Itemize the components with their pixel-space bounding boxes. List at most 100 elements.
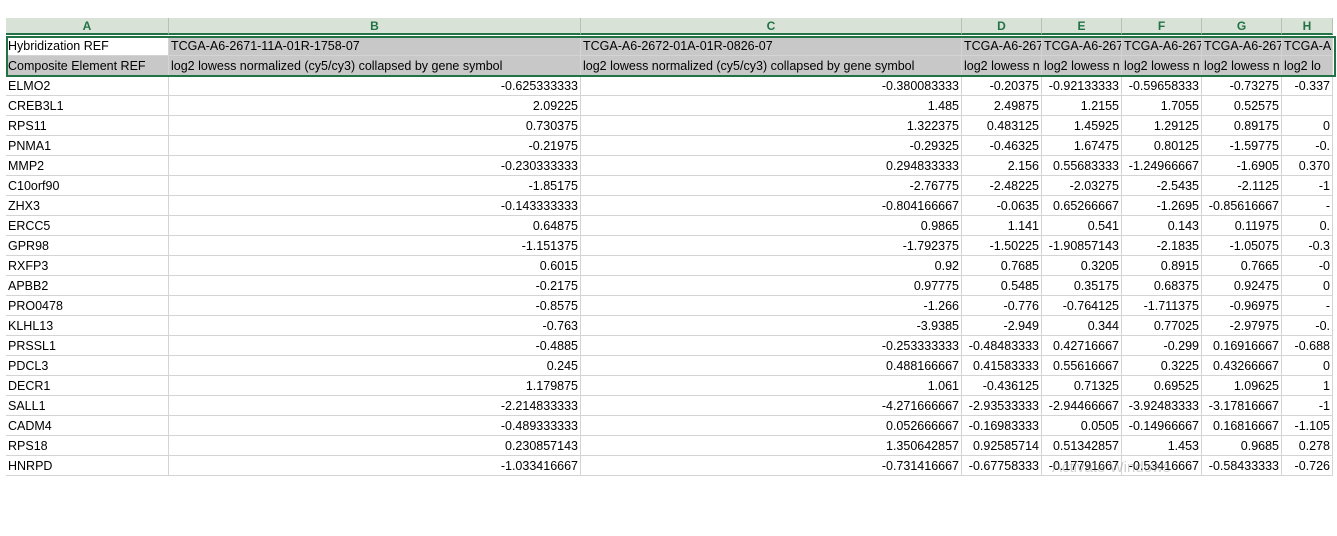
cell-h5[interactable]: 0 <box>1282 116 1333 136</box>
cell-c7[interactable]: 0.294833333 <box>581 156 962 176</box>
cell-c21[interactable]: 1.350642857 <box>581 436 962 456</box>
cell-g13[interactable]: 0.92475 <box>1202 276 1282 296</box>
column-header-a[interactable]: A <box>6 18 169 35</box>
cell-b2[interactable]: log2 lowess normalized (cy5/cy3) collaps… <box>169 56 581 76</box>
cell-h22[interactable]: -0.726 <box>1282 456 1333 476</box>
cell-h2[interactable]: log2 lo <box>1282 56 1333 76</box>
column-header-c[interactable]: C <box>581 18 962 35</box>
cell-b12[interactable]: 0.6015 <box>169 256 581 276</box>
cell-h17[interactable]: 0 <box>1282 356 1333 376</box>
cell-e11[interactable]: -1.90857143 <box>1042 236 1122 256</box>
cell-d6[interactable]: -0.46325 <box>962 136 1042 156</box>
cell-h14[interactable]: - <box>1282 296 1333 316</box>
cell-g21[interactable]: 0.9685 <box>1202 436 1282 456</box>
cell-b5[interactable]: 0.730375 <box>169 116 581 136</box>
cell-b15[interactable]: -0.763 <box>169 316 581 336</box>
cell-f1[interactable]: TCGA-A6-267 <box>1122 36 1202 56</box>
cell-b14[interactable]: -0.8575 <box>169 296 581 316</box>
cell-a21[interactable]: RPS18 <box>6 436 169 456</box>
cell-a4[interactable]: CREB3L1 <box>6 96 169 116</box>
cell-c15[interactable]: -3.9385 <box>581 316 962 336</box>
cell-h16[interactable]: -0.688 <box>1282 336 1333 356</box>
cell-f3[interactable]: -0.59658333 <box>1122 76 1202 96</box>
cell-h1[interactable]: TCGA-A <box>1282 36 1333 56</box>
cell-h11[interactable]: -0.3 <box>1282 236 1333 256</box>
cell-f14[interactable]: -1.711375 <box>1122 296 1202 316</box>
cell-g3[interactable]: -0.73275 <box>1202 76 1282 96</box>
cell-f11[interactable]: -2.1835 <box>1122 236 1202 256</box>
cell-c18[interactable]: 1.061 <box>581 376 962 396</box>
cell-a8[interactable]: C10orf90 <box>6 176 169 196</box>
cell-a22[interactable]: HNRPD <box>6 456 169 476</box>
cell-c5[interactable]: 1.322375 <box>581 116 962 136</box>
cell-a14[interactable]: PRO0478 <box>6 296 169 316</box>
cell-a12[interactable]: RXFP3 <box>6 256 169 276</box>
cell-b8[interactable]: -1.85175 <box>169 176 581 196</box>
cell-e5[interactable]: 1.45925 <box>1042 116 1122 136</box>
cell-f12[interactable]: 0.8915 <box>1122 256 1202 276</box>
cell-f10[interactable]: 0.143 <box>1122 216 1202 236</box>
cell-h6[interactable]: -0. <box>1282 136 1333 156</box>
cell-g9[interactable]: -0.85616667 <box>1202 196 1282 216</box>
cell-b17[interactable]: 0.245 <box>169 356 581 376</box>
cell-d12[interactable]: 0.7685 <box>962 256 1042 276</box>
cell-g18[interactable]: 1.09625 <box>1202 376 1282 396</box>
cell-c1[interactable]: TCGA-A6-2672-01A-01R-0826-07 <box>581 36 962 56</box>
column-header-f[interactable]: F <box>1122 18 1202 35</box>
cell-c19[interactable]: -4.271666667 <box>581 396 962 416</box>
cell-d5[interactable]: 0.483125 <box>962 116 1042 136</box>
cell-a9[interactable]: ZHX3 <box>6 196 169 216</box>
cell-f4[interactable]: 1.7055 <box>1122 96 1202 116</box>
cell-g22[interactable]: -0.58433333 <box>1202 456 1282 476</box>
cell-g14[interactable]: -0.96975 <box>1202 296 1282 316</box>
cell-g20[interactable]: 0.16816667 <box>1202 416 1282 436</box>
cell-e21[interactable]: 0.51342857 <box>1042 436 1122 456</box>
cell-h3[interactable]: -0.337 <box>1282 76 1333 96</box>
cell-e20[interactable]: 0.0505 <box>1042 416 1122 436</box>
cell-f9[interactable]: -1.2695 <box>1122 196 1202 216</box>
cell-e10[interactable]: 0.541 <box>1042 216 1122 236</box>
cell-g1[interactable]: TCGA-A6-267 <box>1202 36 1282 56</box>
cell-d22[interactable]: -0.67758333 <box>962 456 1042 476</box>
cell-d9[interactable]: -0.0635 <box>962 196 1042 216</box>
cell-f18[interactable]: 0.69525 <box>1122 376 1202 396</box>
cell-e15[interactable]: 0.344 <box>1042 316 1122 336</box>
cell-h13[interactable]: 0 <box>1282 276 1333 296</box>
cell-c9[interactable]: -0.804166667 <box>581 196 962 216</box>
cell-f2[interactable]: log2 lowess n <box>1122 56 1202 76</box>
cell-b18[interactable]: 1.179875 <box>169 376 581 396</box>
cell-e16[interactable]: 0.42716667 <box>1042 336 1122 356</box>
cell-b20[interactable]: -0.489333333 <box>169 416 581 436</box>
cell-a6[interactable]: PNMA1 <box>6 136 169 156</box>
cell-d11[interactable]: -1.50225 <box>962 236 1042 256</box>
cell-e7[interactable]: 0.55683333 <box>1042 156 1122 176</box>
cell-d13[interactable]: 0.5485 <box>962 276 1042 296</box>
cell-e1[interactable]: TCGA-A6-267 <box>1042 36 1122 56</box>
cell-d7[interactable]: 2.156 <box>962 156 1042 176</box>
cell-g17[interactable]: 0.43266667 <box>1202 356 1282 376</box>
cell-f19[interactable]: -3.92483333 <box>1122 396 1202 416</box>
cell-f8[interactable]: -2.5435 <box>1122 176 1202 196</box>
cell-b13[interactable]: -0.2175 <box>169 276 581 296</box>
cell-h19[interactable]: -1 <box>1282 396 1333 416</box>
cell-d14[interactable]: -0.776 <box>962 296 1042 316</box>
cell-c12[interactable]: 0.92 <box>581 256 962 276</box>
cell-e9[interactable]: 0.65266667 <box>1042 196 1122 216</box>
cell-c3[interactable]: -0.380083333 <box>581 76 962 96</box>
cell-c10[interactable]: 0.9865 <box>581 216 962 236</box>
cell-e12[interactable]: 0.3205 <box>1042 256 1122 276</box>
cell-g5[interactable]: 0.89175 <box>1202 116 1282 136</box>
cell-a10[interactable]: ERCC5 <box>6 216 169 236</box>
cell-h15[interactable]: -0. <box>1282 316 1333 336</box>
cell-h21[interactable]: 0.278 <box>1282 436 1333 456</box>
cell-h18[interactable]: 1 <box>1282 376 1333 396</box>
cell-a1[interactable]: Hybridization REF <box>6 36 169 56</box>
cell-c13[interactable]: 0.97775 <box>581 276 962 296</box>
cell-b21[interactable]: 0.230857143 <box>169 436 581 456</box>
cell-a7[interactable]: MMP2 <box>6 156 169 176</box>
cell-g12[interactable]: 0.7665 <box>1202 256 1282 276</box>
cell-f22[interactable]: -0.53416667 <box>1122 456 1202 476</box>
cell-d3[interactable]: -0.20375 <box>962 76 1042 96</box>
cell-e6[interactable]: 1.67475 <box>1042 136 1122 156</box>
cell-d2[interactable]: log2 lowess n <box>962 56 1042 76</box>
